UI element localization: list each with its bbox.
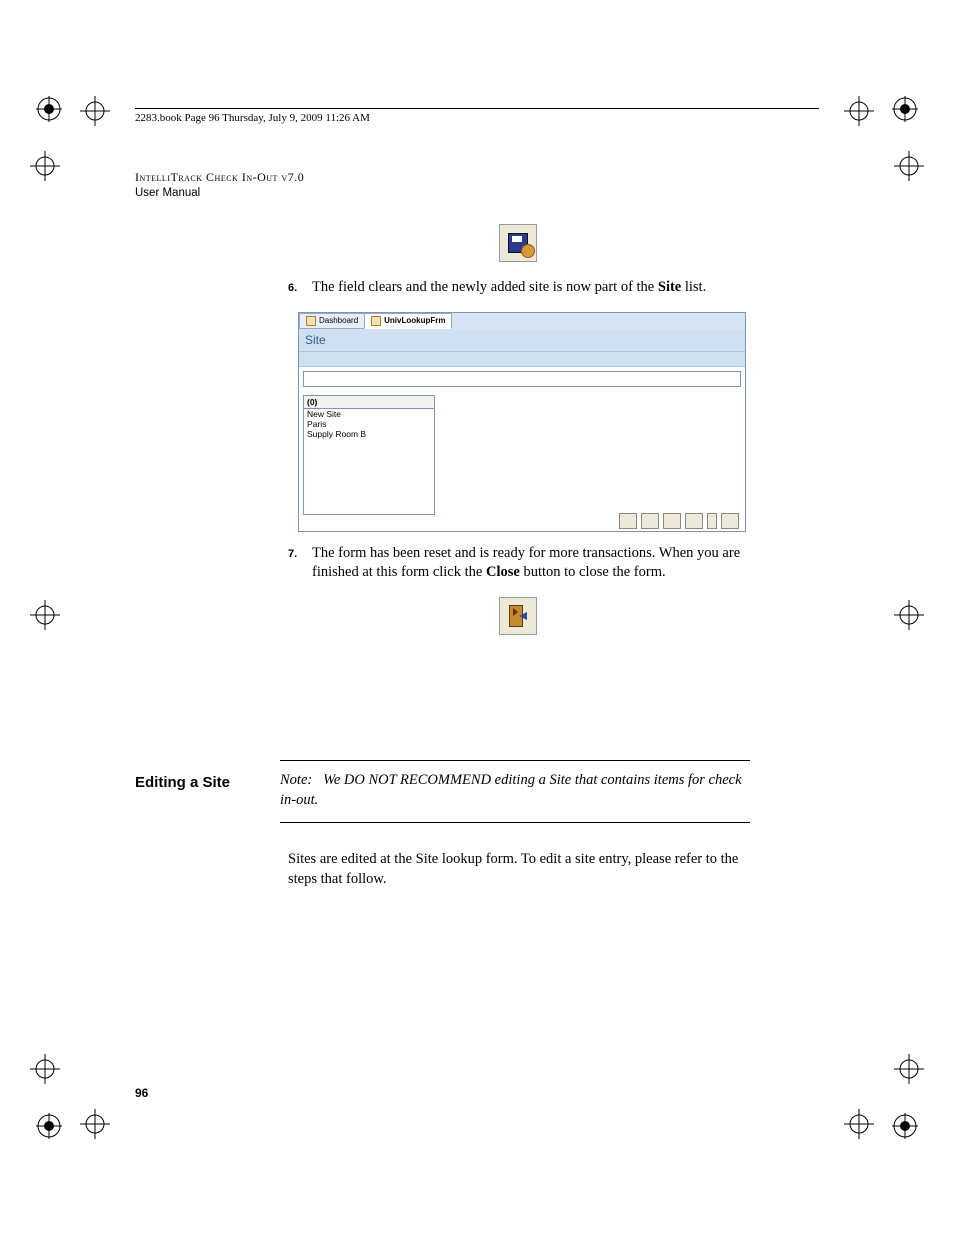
tab-dashboard: Dashboard xyxy=(299,313,365,329)
toolbar-button xyxy=(641,513,659,529)
note-block: Note: We DO NOT RECOMMEND editing a Site… xyxy=(280,760,750,823)
step-number: 6. xyxy=(288,278,312,298)
note-body: We DO NOT RECOMMEND editing a Site that … xyxy=(280,772,742,808)
section-paragraph: Sites are edited at the Site lookup form… xyxy=(288,850,748,889)
crosshair-icon xyxy=(80,1109,110,1139)
step-text-a: The field clears and the newly added sit… xyxy=(312,279,658,295)
step-number: 7. xyxy=(288,544,312,583)
list-item: New Site xyxy=(304,409,434,419)
step-7: 7. The form has been reset and is ready … xyxy=(288,544,748,583)
crosshair-icon xyxy=(844,96,874,126)
form-icon xyxy=(306,316,316,326)
site-form-screenshot: Dashboard UnivLookupFrm Site (0) New Sit… xyxy=(298,312,746,532)
toolbar-button xyxy=(721,513,739,529)
doc-subtitle: User Manual xyxy=(135,187,304,199)
tab-bar: Dashboard UnivLookupFrm xyxy=(299,313,745,329)
registration-mark-icon xyxy=(36,96,62,122)
tab-univlookupfrm: UnivLookupFrm xyxy=(364,313,452,329)
crosshair-icon xyxy=(30,1054,60,1084)
list-item: Supply Room B xyxy=(304,429,434,439)
toolbar-button xyxy=(619,513,637,529)
toolbar-button xyxy=(685,513,703,529)
form-title: Site xyxy=(299,329,745,352)
crosshair-icon xyxy=(894,151,924,181)
step-text: The field clears and the newly added sit… xyxy=(312,278,748,298)
site-list: (0) New Site Paris Supply Room B xyxy=(303,395,435,515)
note-prefix: Note: xyxy=(280,772,312,788)
page-number: 96 xyxy=(135,1086,148,1100)
step-6: 6. The field clears and the newly added … xyxy=(288,278,748,298)
site-name-input xyxy=(303,371,741,387)
header-rule xyxy=(135,108,819,109)
form-header-spacer xyxy=(299,352,745,367)
close-button-illustration xyxy=(499,597,537,635)
document-header: IntelliTrack Check In-Out v7.0 User Manu… xyxy=(135,170,304,199)
registration-mark-icon xyxy=(892,96,918,122)
form-icon xyxy=(371,316,381,326)
save-icon xyxy=(508,233,528,253)
registration-mark-icon xyxy=(892,1113,918,1139)
form-toolbar xyxy=(619,513,739,529)
book-header-text: 2283.book Page 96 Thursday, July 9, 2009… xyxy=(135,112,370,124)
step-text-b: button to close the form. xyxy=(520,564,666,580)
crosshair-icon xyxy=(30,600,60,630)
step-text-bold: Site xyxy=(658,279,681,295)
crosshair-icon xyxy=(80,96,110,126)
tab-label: Dashboard xyxy=(319,316,358,325)
crosshair-icon xyxy=(894,600,924,630)
step-text: The form has been reset and is ready for… xyxy=(312,544,748,583)
toolbar-button xyxy=(663,513,681,529)
crosshair-icon xyxy=(844,1109,874,1139)
save-button-illustration xyxy=(499,224,537,262)
close-door-icon xyxy=(509,605,527,627)
crosshair-icon xyxy=(894,1054,924,1084)
list-header: (0) xyxy=(304,396,434,409)
crosshair-icon xyxy=(30,151,60,181)
toolbar-button xyxy=(707,513,717,529)
step-text-b: list. xyxy=(681,279,706,295)
registration-mark-icon xyxy=(36,1113,62,1139)
step-text-bold: Close xyxy=(486,564,520,580)
tab-label: UnivLookupFrm xyxy=(384,316,445,325)
list-item: Paris xyxy=(304,419,434,429)
section-heading: Editing a Site xyxy=(135,760,280,791)
doc-title: IntelliTrack Check In-Out v7.0 xyxy=(135,170,304,185)
